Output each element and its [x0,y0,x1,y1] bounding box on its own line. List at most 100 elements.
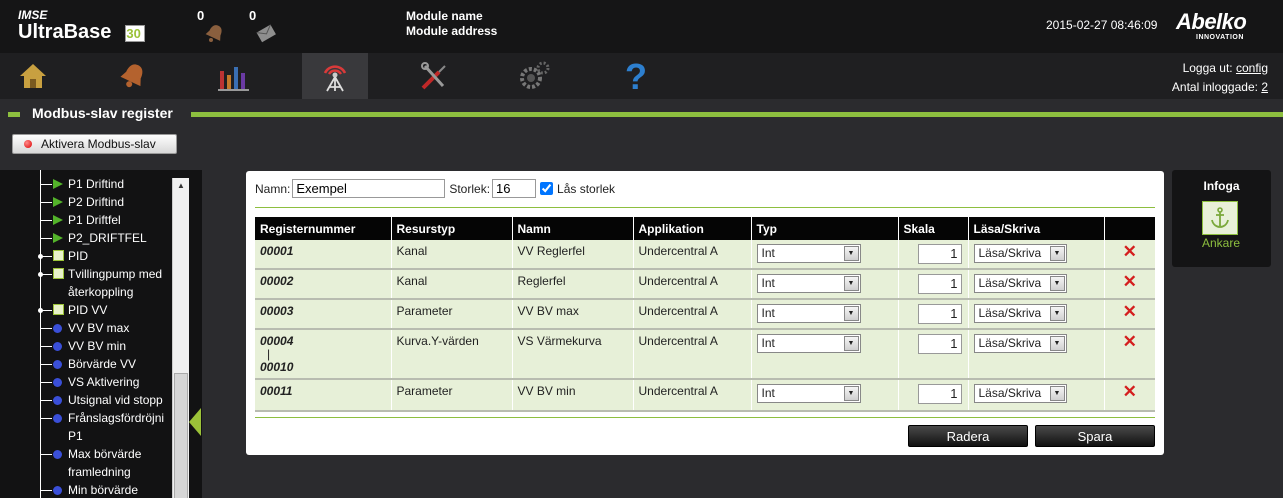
logged-in-count-link[interactable]: 2 [1261,80,1268,94]
tree-item[interactable]: Tvillingpump med [68,265,162,283]
help-icon[interactable]: ? [603,53,669,99]
scale-input[interactable]: 1 [917,274,962,294]
size-input[interactable] [492,179,537,198]
register-number-end: 00010 [260,360,294,374]
register-number: 00004 [260,334,294,348]
type-select[interactable]: Int ▼ [756,304,861,323]
read-write-select[interactable]: Läsa/Skriva ▼ [973,334,1067,353]
scroll-up-icon[interactable]: ▲ [173,178,189,194]
tree-item[interactable]: Min börvärde [68,481,138,498]
table-row[interactable]: 00004 | 00010 Kurva.Y-värden VS Värmekurva… [255,329,1155,380]
home-icon[interactable] [0,53,66,99]
tree-item[interactable]: framledning [68,463,131,481]
alarm-bell-icon[interactable] [204,22,226,44]
play-icon [53,179,63,189]
brand-name: UltraBase [18,21,112,43]
delete-row-icon[interactable]: ✕ [1110,303,1151,320]
tree-item[interactable]: Max börvärde [68,445,141,463]
envelope-icon[interactable] [255,22,277,44]
col-register[interactable]: Registernummer [255,217,392,240]
antenna-icon[interactable] [302,53,368,99]
table-row[interactable]: 00001 Kanal VV Reglerfel Undercentral A … [255,240,1155,270]
tree-item[interactable]: Börvärde VV [68,355,136,373]
delete-row-icon[interactable]: ✕ [1110,243,1151,260]
anchor-button[interactable] [1202,201,1238,235]
type-select[interactable]: Int ▼ [756,244,861,263]
module-name: Module name [406,9,483,23]
col-delete [1104,217,1155,240]
delete-row-icon[interactable]: ✕ [1110,333,1151,350]
tree-item[interactable]: Utsignal vid stopp [68,391,163,409]
scale-input[interactable]: 1 [917,304,962,324]
scale-input[interactable]: 1 [917,334,962,354]
table-header-row: Registernummer Resurstyp Namn Applikatio… [255,217,1155,240]
table-row[interactable]: 00011 Parameter VV BV min Undercentral A… [255,379,1155,412]
scale-input[interactable]: 1 [917,244,962,264]
insert-title: Infoga [1203,179,1240,193]
tree-scrollbar[interactable]: ▲ [172,178,189,498]
col-name[interactable]: Namn [512,217,634,240]
col-resource-type[interactable]: Resurstyp [391,217,513,240]
col-read-write[interactable]: Läsa/Skriva [968,217,1105,240]
channel-icon [53,450,62,459]
resource-type: Kanal [391,240,513,270]
insert-panel: Infoga Ankare [1172,170,1271,267]
datetime: 2015-02-27 08:46:09 [1046,18,1158,32]
tree-item[interactable]: VV BV min [68,337,126,355]
logout-link[interactable]: config [1236,61,1268,75]
activate-modbus-button[interactable]: Aktivera Modbus-slav [12,134,177,154]
tree-item[interactable]: P2_DRIFTFEL [68,229,147,247]
brand-small: IMSE [18,8,48,22]
type-select[interactable]: Int ▼ [756,334,861,353]
tree-item[interactable]: VS Aktivering [68,373,139,391]
resource-name: Reglerfel [512,269,634,300]
tools-icon[interactable] [401,53,467,99]
channel-icon [53,342,62,351]
register-table: Registernummer Resurstyp Namn Applikatio… [255,217,1155,412]
delete-row-icon[interactable]: ✕ [1110,383,1151,400]
read-write-select[interactable]: Läsa/Skriva ▼ [973,244,1067,263]
tree-item[interactable]: P1 Driftfel [68,211,121,229]
name-input[interactable] [292,179,446,198]
col-application[interactable]: Applikation [633,217,752,240]
tree-item[interactable]: P1 [68,427,83,445]
tree-item[interactable]: PID [68,247,88,265]
module-info: Module name Module address [406,9,497,39]
read-write-select[interactable]: Läsa/Skriva ▼ [973,304,1067,323]
save-button[interactable]: Spara [1035,425,1155,447]
folder-icon[interactable] [53,304,64,315]
type-select[interactable]: Int ▼ [756,274,861,293]
read-write-select[interactable]: Läsa/Skriva ▼ [973,274,1067,293]
lock-size-checkbox[interactable] [540,182,554,195]
chevron-down-icon: ▼ [843,336,859,351]
application: Undercentral A [633,299,752,330]
tree-item[interactable]: Frånslagsfördröjni [68,409,164,427]
tree-item[interactable]: återkoppling [68,283,133,301]
main-nav: ? Logga ut: config Antal inloggade: 2 [0,53,1283,99]
col-type[interactable]: Typ [751,217,899,240]
table-row[interactable]: 00002 Kanal Reglerfel Undercentral A Int… [255,269,1155,300]
scale-input[interactable]: 1 [917,384,962,404]
tree-item[interactable]: VV BV max [68,319,129,337]
folder-icon[interactable] [53,250,64,261]
folder-icon[interactable] [53,268,64,279]
channel-icon [53,396,62,405]
type-select[interactable]: Int ▼ [756,384,861,403]
delete-button[interactable]: Radera [908,425,1028,447]
table-row[interactable]: 00003 Parameter VV BV max Undercentral A… [255,299,1155,330]
tree-item[interactable]: P2 Driftind [68,193,124,211]
panel-collapse-handle[interactable] [189,408,201,436]
chevron-down-icon: ▼ [843,246,859,261]
anchor-label: Ankare [1202,236,1241,250]
scroll-thumb[interactable] [174,373,188,498]
alarm-bell-icon[interactable] [100,53,166,99]
col-scale[interactable]: Skala [898,217,969,240]
brand-logo: IMSE UltraBase 30 [18,9,145,43]
tree-item[interactable]: PID VV [68,301,107,319]
bar-chart-icon[interactable] [201,53,267,99]
tree-item[interactable]: P1 Driftind [68,175,124,193]
application: Undercentral A [633,329,752,380]
delete-row-icon[interactable]: ✕ [1110,273,1151,290]
gears-icon[interactable] [501,53,567,99]
read-write-select[interactable]: Läsa/Skriva ▼ [973,384,1067,403]
